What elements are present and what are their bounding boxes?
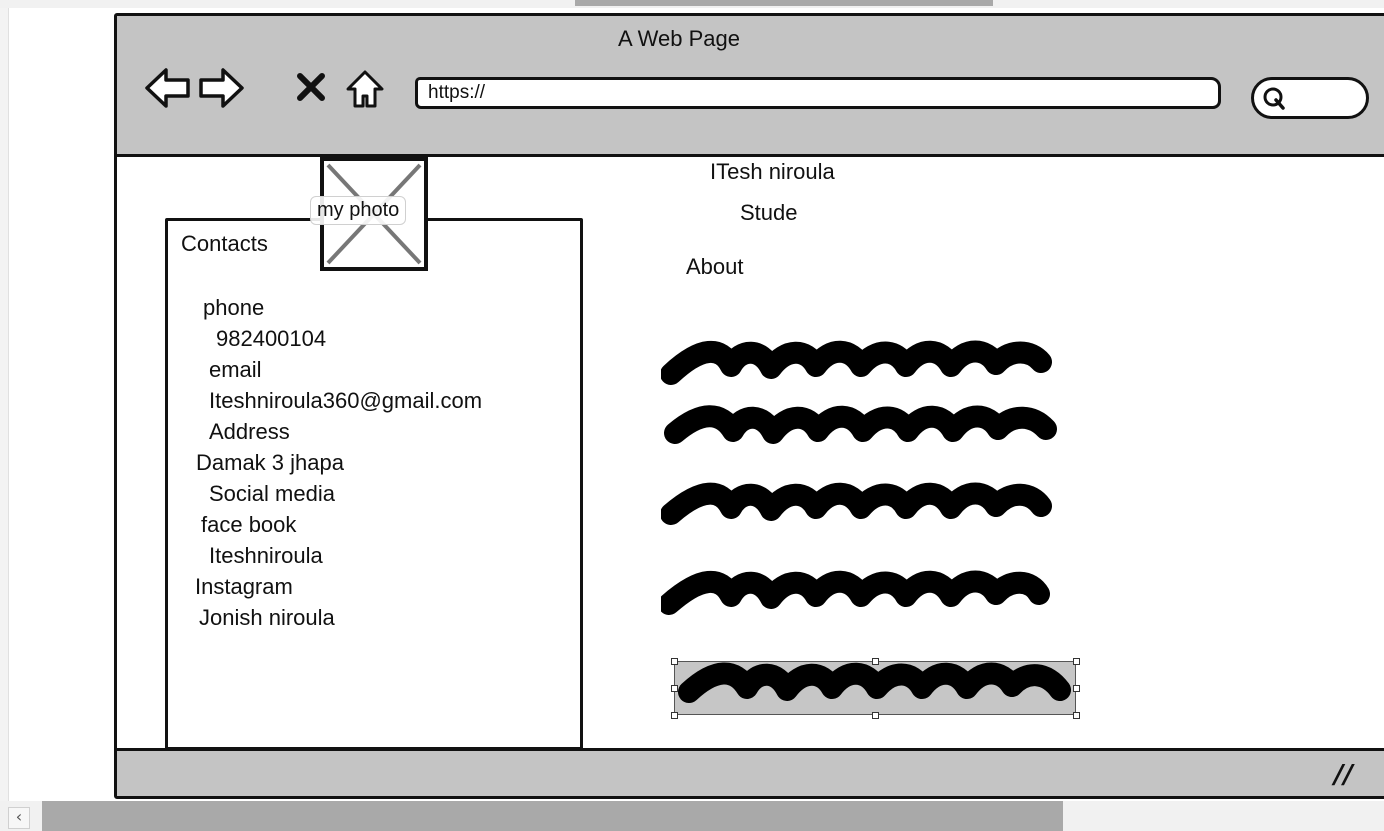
selection-handle[interactable] bbox=[671, 712, 678, 719]
back-arrow-icon[interactable] bbox=[144, 66, 192, 110]
selection-handle[interactable] bbox=[1073, 712, 1080, 719]
browser-toolbar: A Web Page https:// bbox=[117, 16, 1384, 157]
contact-email-value[interactable]: Iteshniroula360@gmail.com bbox=[209, 388, 482, 414]
selection-handle[interactable] bbox=[671, 685, 678, 692]
selection-handle[interactable] bbox=[671, 658, 678, 665]
scribble-text-line bbox=[661, 570, 1050, 615]
selection-handle[interactable] bbox=[1073, 658, 1080, 665]
profile-name: ITesh niroula bbox=[710, 159, 835, 184]
resize-grip-icon[interactable]: // bbox=[1334, 760, 1353, 790]
mockup-canvas: A Web Page https:// Contacts phone 98240… bbox=[0, 0, 1384, 831]
contact-address-value: Damak 3 jhapa bbox=[196, 450, 344, 475]
photo-caption: my photo bbox=[310, 196, 407, 225]
search-field[interactable] bbox=[1251, 77, 1369, 119]
scribble-text-line bbox=[661, 340, 1052, 385]
scribble-text-line bbox=[661, 482, 1052, 525]
horizontal-scrollbar[interactable]: ‹ bbox=[0, 801, 1384, 831]
selection-handle[interactable] bbox=[872, 658, 879, 665]
contact-phone-label: phone bbox=[203, 295, 265, 320]
stop-icon[interactable] bbox=[296, 72, 326, 102]
contact-instagram-label: Instagram bbox=[195, 574, 293, 599]
scribble-text-line bbox=[678, 662, 1071, 703]
contacts-title: Contacts bbox=[181, 231, 268, 256]
contacts-panel: Contacts phone 982400104 email Iteshniro… bbox=[165, 218, 583, 750]
left-gutter bbox=[0, 8, 9, 801]
selected-scribble-box[interactable] bbox=[674, 661, 1076, 715]
contact-instagram-value[interactable]: Jonish niroula bbox=[199, 605, 335, 631]
browser-window: A Web Page https:// Contacts phone 98240… bbox=[114, 13, 1384, 799]
selection-handle[interactable] bbox=[872, 712, 879, 719]
browser-status-bar: // bbox=[117, 748, 1384, 796]
contact-address-label: Address bbox=[209, 419, 290, 444]
top-scrollbar[interactable] bbox=[0, 0, 1384, 8]
browser-title: A Web Page bbox=[618, 26, 740, 51]
scroll-left-icon[interactable]: ‹ bbox=[8, 807, 30, 829]
contact-email-label: email bbox=[209, 357, 262, 382]
url-bar[interactable]: https:// bbox=[415, 77, 1221, 109]
home-icon[interactable] bbox=[345, 68, 385, 110]
scribble-text-line bbox=[664, 405, 1057, 444]
forward-arrow-icon[interactable] bbox=[197, 66, 245, 110]
horizontal-scrollbar-thumb[interactable] bbox=[42, 801, 1063, 831]
about-heading: About bbox=[686, 254, 744, 279]
contact-social-label: Social media bbox=[209, 481, 335, 506]
profile-role: Stude bbox=[740, 200, 798, 225]
contact-facebook-label: face book bbox=[201, 512, 297, 537]
search-icon bbox=[1263, 87, 1285, 110]
contact-phone-value: 982400104 bbox=[216, 326, 327, 351]
contact-facebook-value[interactable]: Iteshniroula bbox=[209, 543, 323, 569]
selection-handle[interactable] bbox=[1073, 685, 1080, 692]
top-scrollbar-thumb[interactable] bbox=[575, 0, 993, 6]
